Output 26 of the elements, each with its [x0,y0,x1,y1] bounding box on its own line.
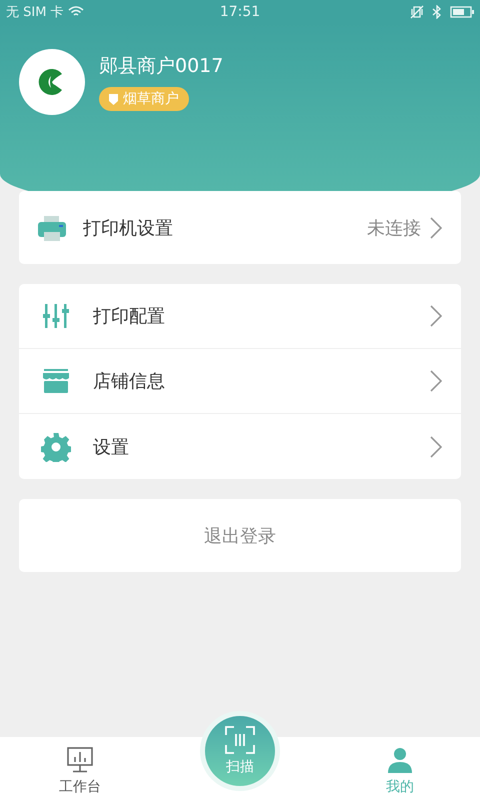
settings-icon [41,432,71,462]
person-icon [385,745,415,775]
scan-icon [225,726,255,754]
bluetooth-icon [432,5,442,19]
menu-item[interactable]: 店铺信息 [19,349,461,414]
menu-item[interactable]: 设置 [19,414,461,479]
carrier-text: 无 SIM 卡 [6,4,64,21]
monitor-icon [65,745,95,775]
chevron-icon [429,369,443,393]
chevron-icon [429,216,443,240]
battery-icon [450,6,474,18]
nav-tab[interactable]: 工作台 [0,737,160,800]
wifi-icon [68,6,84,18]
shield-icon [109,94,118,104]
sliders-icon [42,302,70,330]
logout-button[interactable]: 退出登录 [19,499,461,572]
chevron-icon [429,304,443,328]
chevron-icon [429,434,443,458]
vibrate-icon [410,5,424,19]
connection-status: 未连接 [367,216,421,240]
merchant-name: 郧县商户0017 [99,54,224,79]
menu-item[interactable]: 打印配置 [19,284,461,349]
merchant-badge: 烟草商户 [99,87,189,111]
store-icon [42,367,70,395]
printer-settings-item[interactable]: 打印机设置 未连接 [19,191,461,264]
clock-text: 17:51 [220,4,260,20]
